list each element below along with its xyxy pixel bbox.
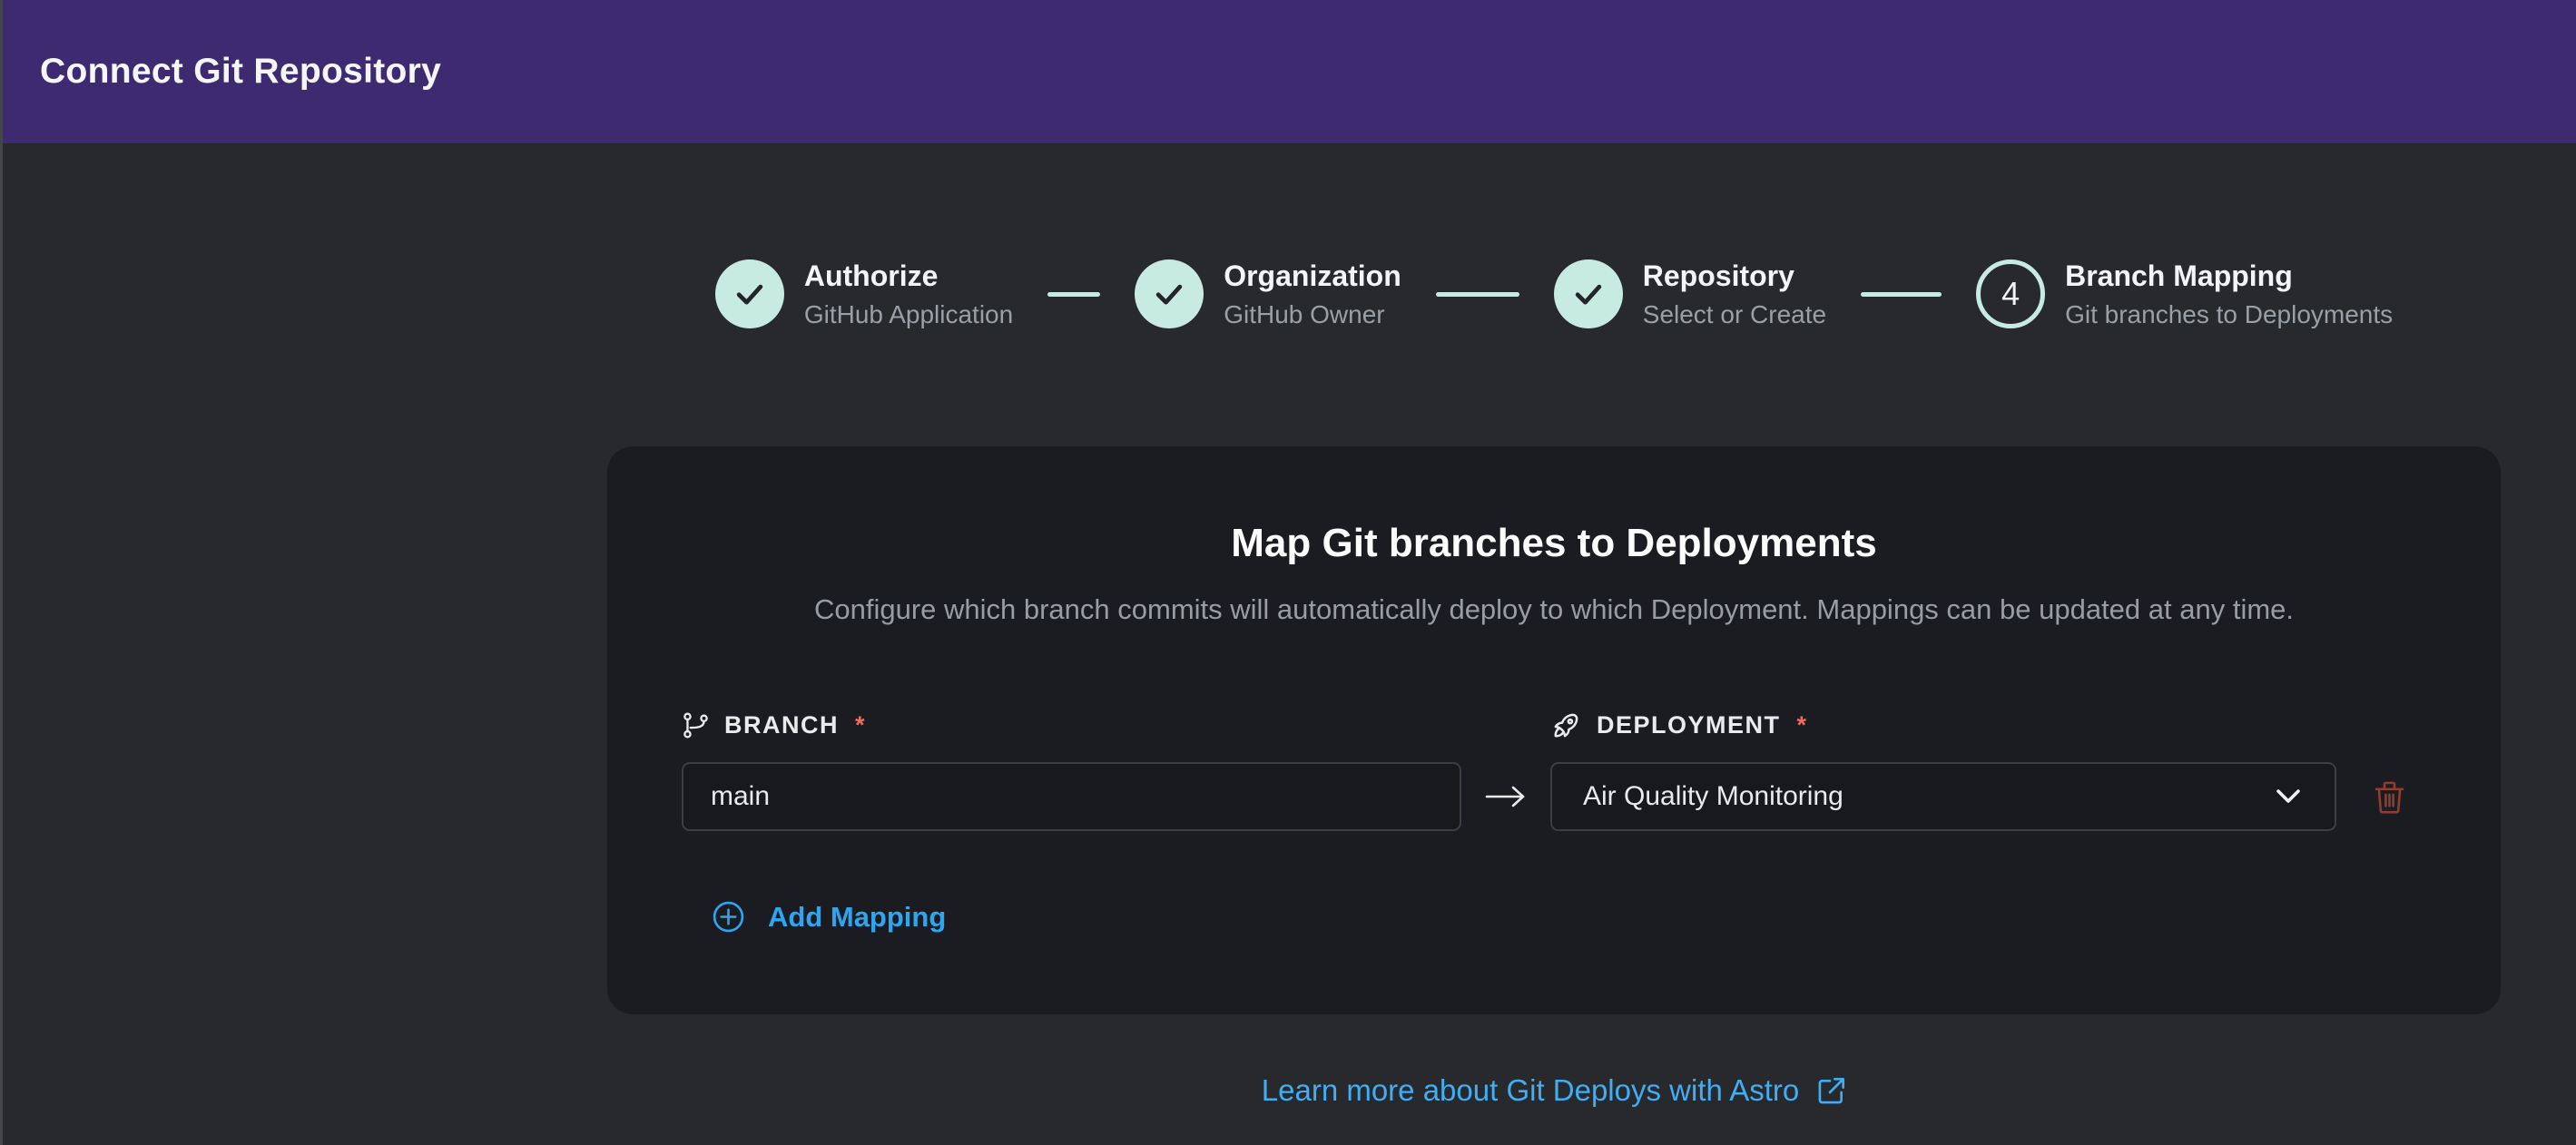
arrow-right-icon [1485,785,1527,808]
branch-label: BRANCH [724,711,839,739]
check-icon [1152,277,1186,311]
step-title: Authorize [804,259,1013,293]
deployment-select[interactable]: Air Quality Monitoring [1550,762,2336,831]
window-left-edge [0,0,3,1145]
card-title: Map Git branches to Deployments [607,521,2501,566]
add-mapping-label: Add Mapping [768,901,946,934]
rocket-icon [1550,710,1582,741]
step-organization-texts: Organization GitHub Owner [1224,259,1401,329]
branch-field-group: BRANCH * [682,710,1461,831]
deployment-field-group: DEPLOYMENT * Air Quality Monitoring [1550,710,2336,831]
mapping-row: BRANCH * [682,710,2501,831]
chevron-down-icon [2276,789,2300,804]
step-repository-indicator [1554,259,1623,328]
learn-more-link-label: Learn more about Git Deploys with Astro [1262,1073,1799,1108]
required-marker: * [855,711,865,739]
stepper-connector [1436,292,1519,297]
plus-circle-icon [712,900,745,934]
step-repository-texts: Repository Select or Create [1643,259,1826,329]
mapping-arrow-cell [1461,762,1550,831]
branch-input[interactable] [682,762,1461,831]
external-link-icon [1817,1076,1846,1105]
step-title: Branch Mapping [2065,259,2393,293]
step-subtitle: Select or Create [1643,300,1826,329]
check-icon [1571,277,1606,311]
branch-mapping-card: Map Git branches to Deployments Configur… [607,446,2501,1014]
step-authorize: Authorize GitHub Application [715,259,1013,329]
step-authorize-texts: Authorize GitHub Application [804,259,1013,329]
step-number: 4 [2001,275,2020,313]
step-subtitle: GitHub Owner [1224,300,1401,329]
step-subtitle: Git branches to Deployments [2065,300,2393,329]
step-branch-mapping: 4 Branch Mapping Git branches to Deploym… [1976,259,2393,329]
step-repository: Repository Select or Create [1554,259,1826,329]
step-organization: Organization GitHub Owner [1135,259,1401,329]
step-branch-mapping-indicator: 4 [1976,259,2045,328]
check-icon [732,277,767,311]
connect-git-repository-modal: Connect Git Repository Authorize GitHub … [0,0,2576,1145]
step-title: Repository [1643,259,1826,293]
step-title: Organization [1224,259,1401,293]
stepper-connector [1861,292,1942,297]
modal-header: Connect Git Repository [0,0,2576,143]
add-mapping-button[interactable]: Add Mapping [712,900,946,934]
branch-field-label: BRANCH * [682,710,1461,740]
deployment-field-label: DEPLOYMENT * [1550,710,2336,740]
delete-mapping-button[interactable] [2374,762,2404,831]
step-branch-mapping-texts: Branch Mapping Git branches to Deploymen… [2065,259,2393,329]
page-title: Connect Git Repository [40,52,441,92]
step-organization-indicator [1135,259,1204,328]
deployment-label: DEPLOYMENT [1597,711,1781,739]
card-subtitle: Configure which branch commits will auto… [607,593,2501,626]
wizard-stepper: Authorize GitHub Application Organizatio… [607,259,2501,329]
trash-icon [2374,779,2404,814]
learn-more-link[interactable]: Learn more about Git Deploys with Astro [607,1073,2501,1108]
deployment-select-value: Air Quality Monitoring [1583,781,1844,812]
step-authorize-indicator [715,259,784,328]
stepper-connector [1047,292,1100,297]
required-marker: * [1797,711,1807,739]
step-subtitle: GitHub Application [804,300,1013,329]
git-branch-icon [682,711,710,739]
